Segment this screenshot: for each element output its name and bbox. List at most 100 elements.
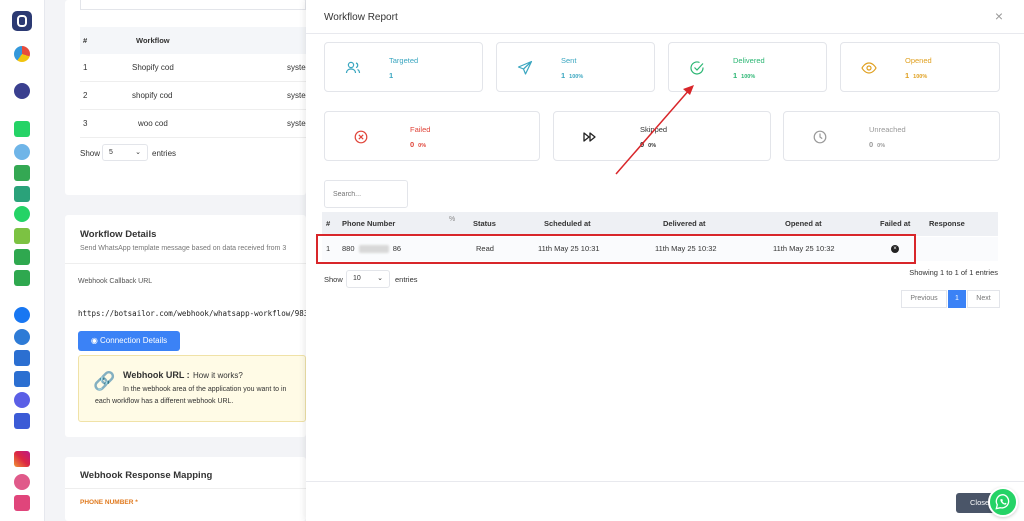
- stat-count-value: 1: [561, 71, 566, 80]
- section-title: Webhook Response Mapping: [80, 470, 213, 481]
- stat-failed: Failed 0 0%: [324, 111, 540, 161]
- th-num: #: [326, 219, 331, 228]
- paper-plane-icon[interactable]: [14, 371, 30, 387]
- annotation-arrow: [615, 85, 694, 175]
- th-opened: Opened at: [785, 219, 822, 228]
- page-size-select[interactable]: 10 ⌄: [346, 270, 390, 288]
- puzzle-icon[interactable]: [14, 228, 30, 244]
- button-label: Connection Details: [100, 336, 168, 345]
- stat-label: Opened: [905, 56, 932, 65]
- messenger-icon[interactable]: [14, 83, 30, 99]
- stat-opened: Opened 1 100%: [840, 42, 1000, 92]
- fast-forward-icon: [583, 132, 596, 142]
- row-name: Shopify cod: [132, 63, 174, 72]
- stat-count-value: 0: [869, 140, 874, 149]
- webhook-note: 🔗 Webhook URL : How it works? In the web…: [78, 355, 306, 422]
- th-response: Response: [929, 219, 965, 228]
- page-size-select[interactable]: 5 ⌄: [102, 144, 148, 161]
- flag-icon[interactable]: [14, 413, 30, 429]
- phone-icon[interactable]: [14, 495, 30, 511]
- messenger-icon[interactable]: [14, 392, 30, 408]
- link-icon: 🔗: [93, 371, 116, 391]
- stat-count-value: 0: [410, 140, 415, 149]
- table-row[interactable]: 1 Shopify cod syster: [80, 54, 308, 82]
- robot-icon[interactable]: [14, 474, 30, 490]
- chevron-down-icon: ⌄: [377, 275, 383, 282]
- whatsapp-icon[interactable]: [14, 206, 30, 222]
- stat-label: Failed: [410, 125, 431, 134]
- connection-details-button[interactable]: ◉ Connection Details: [78, 331, 180, 351]
- show-label: Show: [80, 149, 101, 158]
- stat-count: 1 100%: [733, 71, 755, 80]
- page-size-value: 10: [353, 275, 361, 282]
- stat-count: 1: [389, 71, 394, 80]
- previous-button[interactable]: Previous: [901, 290, 947, 308]
- stat-count: 00%: [869, 140, 885, 149]
- row-name: woo cod: [138, 119, 168, 128]
- search-input[interactable]: [324, 180, 408, 208]
- callback-url[interactable]: https://botsailor.com/webhook/whatsapp-w…: [78, 309, 306, 318]
- th-status: Status: [473, 219, 496, 228]
- th-delivered: Delivered at: [663, 219, 706, 228]
- row-num: 1: [83, 63, 88, 72]
- callback-label: Webhook Callback URL: [78, 278, 153, 285]
- stat-count: 1 100%: [905, 71, 927, 80]
- paper-plane-icon: [517, 60, 533, 75]
- entries-label: entries: [395, 275, 418, 284]
- eye-icon: ◉: [90, 336, 101, 345]
- stat-count-value: 1: [733, 71, 738, 80]
- modal-title: Workflow Report: [324, 12, 398, 23]
- stat-count-value: 1: [905, 71, 910, 80]
- chevron-down-icon: ⌄: [135, 149, 141, 156]
- sidebar: [0, 0, 45, 521]
- stat-count: 1 100%: [561, 71, 583, 80]
- bot-logo-icon[interactable]: [12, 11, 32, 31]
- share-icon[interactable]: [14, 186, 30, 202]
- next-button[interactable]: Next: [967, 290, 1000, 308]
- sheet-icon[interactable]: [14, 165, 30, 181]
- page-1-button[interactable]: 1: [948, 290, 966, 308]
- highlight-box: [316, 234, 916, 264]
- th-phone: Phone Number: [342, 219, 396, 228]
- stat-percent: 100%: [569, 74, 584, 80]
- section-title: Workflow Details: [80, 229, 157, 240]
- stat-count: 00%: [410, 140, 426, 149]
- th-num: #: [83, 36, 88, 45]
- stat-targeted: Targeted 1: [324, 42, 483, 92]
- row-num: 2: [83, 91, 88, 100]
- workflow-list-card: # Workflow 1 Shopify cod syster 2 shopif…: [65, 0, 308, 195]
- footer-divider: [306, 481, 1024, 482]
- note-line2: each workflow has a different webhook UR…: [95, 398, 234, 405]
- stat-percent: 100%: [741, 74, 756, 80]
- entries-label: entries: [152, 149, 177, 158]
- megaphone-icon[interactable]: [14, 270, 30, 286]
- section-subtitle: Send WhatsApp template message based on …: [80, 245, 287, 252]
- instagram-icon[interactable]: [14, 451, 30, 467]
- note-title: Webhook URL :: [123, 370, 190, 380]
- table-row[interactable]: 3 woo cod syster: [80, 110, 308, 138]
- table-row[interactable]: 2 shopify cod syster: [80, 82, 308, 110]
- note-link[interactable]: How it works?: [193, 371, 243, 380]
- phone-label: PHONE NUMBER *: [80, 499, 138, 506]
- percent-glyph: %: [449, 216, 456, 223]
- th-failed: Failed at: [880, 219, 911, 228]
- bag-icon[interactable]: [14, 249, 30, 265]
- stat-label: Sent: [561, 56, 577, 65]
- show-label: Show: [324, 275, 343, 284]
- whatsapp-icon[interactable]: [14, 121, 30, 137]
- close-icon[interactable]: ×: [992, 9, 1006, 23]
- whatsapp-chat-icon[interactable]: [988, 487, 1018, 517]
- note-line1: In the webhook area of the application y…: [123, 386, 287, 393]
- stat-percent: 0%: [877, 143, 886, 149]
- eye-icon: [861, 62, 877, 74]
- robot-icon[interactable]: [14, 144, 30, 160]
- cursor-icon[interactable]: [14, 350, 30, 366]
- divider: [306, 33, 1024, 34]
- workflow-report-modal: Workflow Report × Targeted 1 Sent 1 100% …: [306, 0, 1024, 521]
- row-name: shopify cod: [132, 91, 173, 100]
- robot-icon[interactable]: [14, 329, 30, 345]
- gauge-icon[interactable]: [14, 46, 30, 62]
- facebook-icon[interactable]: [14, 307, 30, 323]
- x-circle-icon: [354, 130, 368, 144]
- stat-percent: 100%: [913, 74, 928, 80]
